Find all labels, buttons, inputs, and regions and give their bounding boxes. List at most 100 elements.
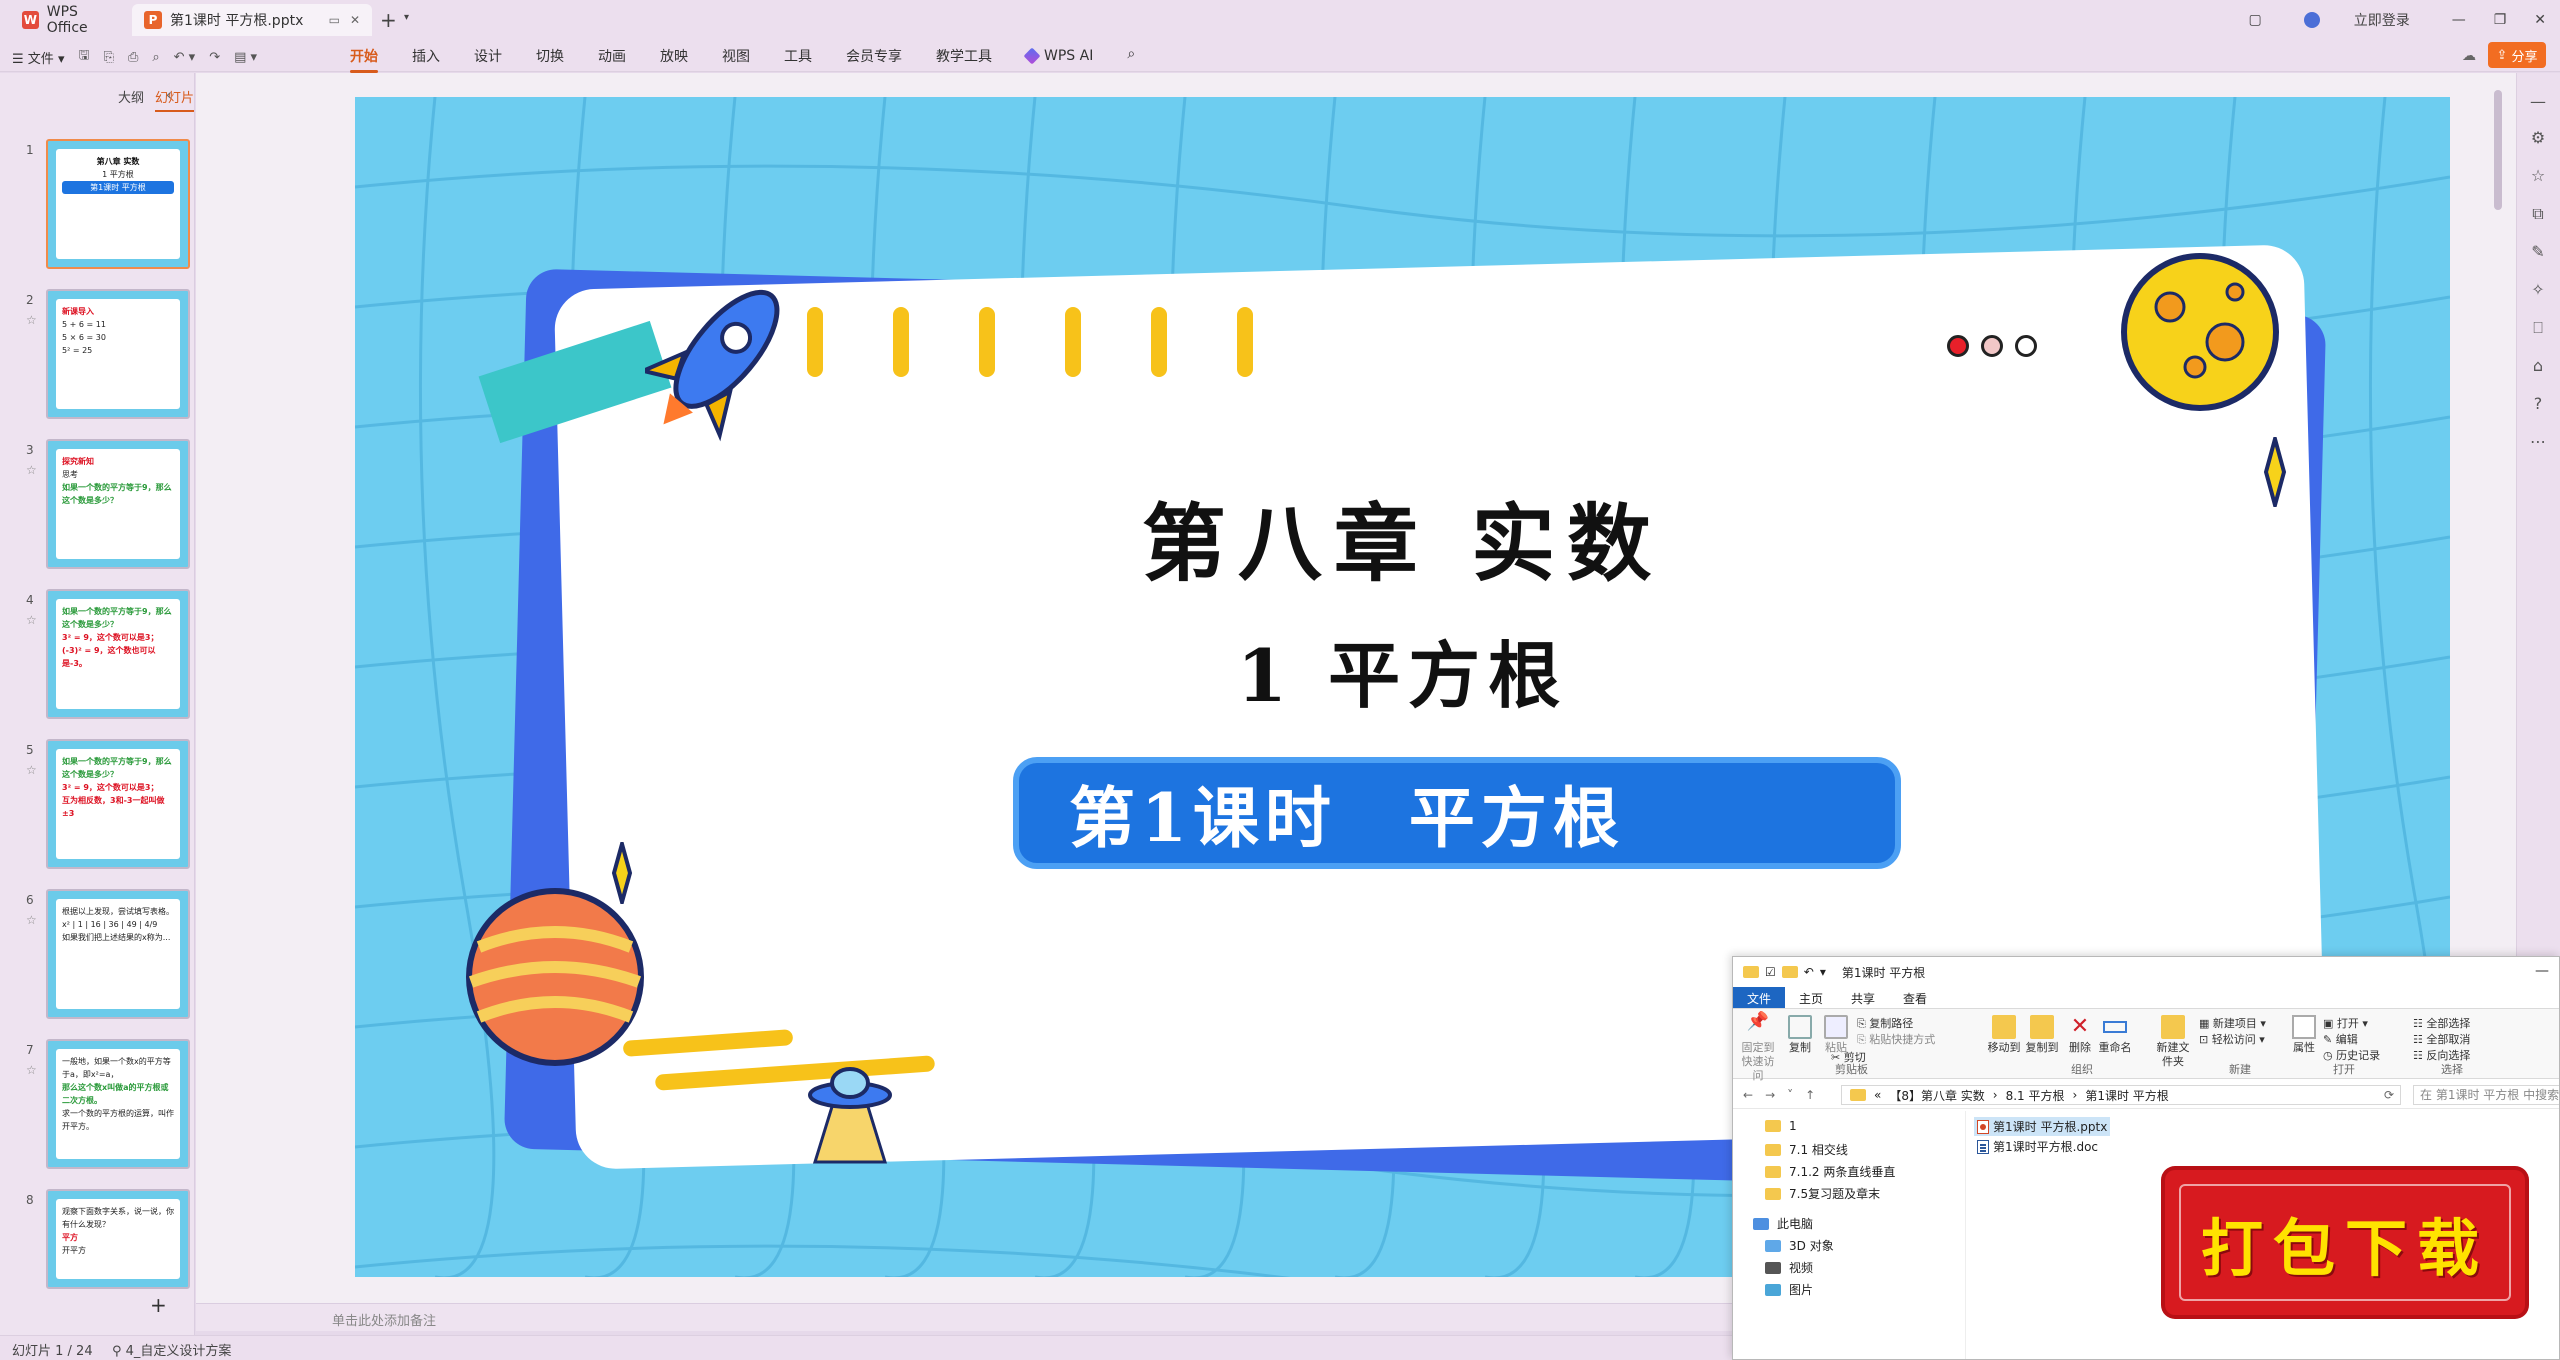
star-icon[interactable]: ☆: [26, 313, 37, 327]
tab-slideshow[interactable]: 放映: [660, 46, 688, 66]
slide-preview[interactable]: 观察下面数字关系，说一说，你有什么发现？ 平方 开平方: [46, 1189, 190, 1289]
undo-icon[interactable]: ↶ ▾: [174, 50, 196, 65]
rename-button[interactable]: 重命名: [2097, 1015, 2133, 1055]
delete-button[interactable]: ✕ 删除: [2065, 1015, 2095, 1055]
back-icon[interactable]: ←: [1743, 1088, 1753, 1102]
tab-file[interactable]: 文件: [1733, 987, 1786, 1008]
tab-document[interactable]: P 第1课时 平方根.pptx ▭ ✕: [132, 4, 372, 36]
copy-path-button[interactable]: ⎘ 复制路径: [1857, 1015, 1913, 1031]
wps-ai-button[interactable]: WPS AI: [1023, 46, 1093, 66]
tab-home[interactable]: 主页: [1785, 987, 1837, 1008]
window-mode-icon[interactable]: ▭: [329, 13, 340, 27]
file-item[interactable]: 第1课时 平方根.pptx: [1974, 1117, 2111, 1136]
slide-preview[interactable]: 一般地，如果一个数x的平方等于a，即x²=a， 那么这个数x叫做a的平方根或二次…: [46, 1039, 190, 1169]
tag-icon[interactable]: ⌂: [2529, 357, 2547, 375]
tree-item[interactable]: 图片: [1765, 1281, 1813, 1298]
vertical-scrollbar[interactable]: [2494, 90, 2502, 210]
tab-animation[interactable]: 动画: [598, 46, 626, 66]
copy-to-button[interactable]: 复制到: [2025, 1015, 2059, 1055]
select-all-button[interactable]: ☷ 全部选择: [2413, 1015, 2470, 1031]
tab-share[interactable]: 共享: [1837, 987, 1889, 1008]
format-painter-icon[interactable]: ▤ ▾: [234, 50, 257, 65]
collapse-panel-icon[interactable]: ‹: [166, 85, 172, 104]
tree-item-this-pc[interactable]: 此电脑: [1753, 1215, 1813, 1232]
star-icon[interactable]: ☆: [26, 463, 37, 477]
tab-outline[interactable]: 大纲: [118, 87, 144, 106]
chevron-down-icon[interactable]: ▾: [404, 12, 409, 23]
breadcrumb-item[interactable]: 第1课时 平方根: [2085, 1087, 2168, 1104]
close-tab-icon[interactable]: ✕: [350, 13, 360, 27]
minimize-icon[interactable]: —: [2535, 963, 2549, 979]
tab-view[interactable]: 查看: [1889, 987, 1941, 1008]
tab-wps-office[interactable]: W WPS Office: [10, 4, 130, 36]
tree-item[interactable]: 7.1 相交线: [1765, 1141, 1848, 1158]
minimize-icon[interactable]: —: [2452, 12, 2466, 28]
tree-item[interactable]: 3D 对象: [1765, 1237, 1834, 1254]
tablet-mode-icon[interactable]: ▢: [2248, 12, 2261, 28]
login-button[interactable]: 立即登录: [2290, 10, 2424, 30]
bookmark-icon[interactable]: ⎕: [2529, 319, 2547, 337]
minus-icon[interactable]: —: [2529, 93, 2547, 111]
slide-thumbnail[interactable]: 5 ☆ 如果一个数的平方等于9，那么这个数是多少？ 3² = 9，这个数可以是3…: [0, 733, 195, 869]
new-folder-button[interactable]: 新建文件夹: [2153, 1015, 2193, 1069]
slide-section-title[interactable]: 1 平方根: [355, 617, 2450, 722]
tab-member[interactable]: 会员专享: [846, 46, 902, 66]
tab-insert[interactable]: 插入: [412, 46, 440, 66]
star-icon[interactable]: ☆: [26, 763, 37, 777]
copy-icon[interactable]: ⧉: [2529, 205, 2547, 223]
slide-preview[interactable]: 第八章 实数 1 平方根 第1课时 平方根: [46, 139, 190, 269]
new-tab-icon[interactable]: +: [380, 8, 397, 32]
properties-button[interactable]: 属性: [2289, 1015, 2319, 1055]
theme-name[interactable]: ⚲ 4_自定义设计方案: [112, 1340, 231, 1359]
slide-thumbnail[interactable]: 2 ☆ 新课导入 5 + 6 = 11 5 × 6 = 30 5² = 25: [0, 283, 195, 419]
slide-preview[interactable]: 新课导入 5 + 6 = 11 5 × 6 = 30 5² = 25: [46, 289, 190, 419]
star-icon[interactable]: ☆: [2529, 167, 2547, 185]
star-icon[interactable]: ☆: [26, 913, 37, 927]
tree-item[interactable]: 7.1.2 两条直线垂直: [1765, 1163, 1895, 1180]
checkbox-icon[interactable]: ☑: [1765, 965, 1776, 979]
forward-icon[interactable]: →: [1765, 1088, 1775, 1102]
breadcrumb-overflow[interactable]: «: [1874, 1088, 1881, 1102]
redo-icon[interactable]: ↷: [209, 50, 220, 65]
tab-design[interactable]: 设计: [474, 46, 502, 66]
address-bar[interactable]: « 【8】第八章 实数 › 8.1 平方根 › 第1课时 平方根 ⟳: [1841, 1085, 2401, 1105]
save-icon[interactable]: 🖫: [78, 46, 89, 68]
pin-quick-access-button[interactable]: 📌 固定到快速访问: [1739, 1013, 1777, 1083]
slide-thumbnail[interactable]: 4 ☆ 如果一个数的平方等于9，那么这个数是多少？ 3² = 9，这个数可以是3…: [0, 583, 195, 719]
search-field[interactable]: 在 第1课时 平方根 中搜索: [2413, 1085, 2559, 1105]
paste-shortcut-button[interactable]: ⎘ 粘贴快捷方式: [1857, 1031, 1935, 1047]
open-button[interactable]: ▣ 打开 ▾: [2323, 1015, 2368, 1031]
close-window-icon[interactable]: ✕: [2534, 12, 2546, 28]
tree-item[interactable]: 1: [1765, 1119, 1797, 1133]
star-icon[interactable]: ☆: [26, 613, 37, 627]
slide-preview[interactable]: 如果一个数的平方等于9，那么这个数是多少？ 3² = 9，这个数可以是3； (-…: [46, 589, 190, 719]
tab-view[interactable]: 视图: [722, 46, 750, 66]
edit-button[interactable]: ✎ 编辑: [2323, 1031, 2358, 1047]
download-package-stamp[interactable]: 打包下载: [2165, 1170, 2525, 1315]
slide-thumbnail[interactable]: 7 ☆ 一般地，如果一个数x的平方等于a，即x²=a， 那么这个数x叫做a的平方…: [0, 1033, 195, 1169]
brush-icon[interactable]: ✎: [2529, 243, 2547, 261]
tab-transition[interactable]: 切换: [536, 46, 564, 66]
slide-chapter-title[interactable]: 第八章 实数: [355, 477, 2450, 598]
new-item-button[interactable]: ▦ 新建项目 ▾: [2199, 1015, 2266, 1031]
share-button[interactable]: ⇪ 分享: [2488, 42, 2546, 68]
quick-access-dropdown-icon[interactable]: ▾: [1820, 965, 1826, 979]
slide-preview[interactable]: 如果一个数的平方等于9，那么这个数是多少？ 3² = 9，这个数可以是3； 互为…: [46, 739, 190, 869]
undo-icon[interactable]: ↶: [1804, 965, 1814, 979]
chevron-down-icon[interactable]: ˅: [1787, 1088, 1793, 1102]
select-none-button[interactable]: ☷ 全部取消: [2413, 1031, 2470, 1047]
tab-slides[interactable]: 幻灯片: [155, 87, 195, 112]
slide-thumbnail[interactable]: 1 第八章 实数 1 平方根 第1课时 平方根: [0, 133, 195, 269]
help-icon[interactable]: ?: [2529, 395, 2547, 413]
tree-item[interactable]: 视频: [1765, 1259, 1813, 1276]
add-slide-icon[interactable]: +: [150, 1293, 167, 1317]
easy-access-button[interactable]: ⊡ 轻松访问 ▾: [2199, 1031, 2265, 1047]
tab-tools[interactable]: 工具: [784, 46, 812, 66]
export-icon[interactable]: ⎘: [104, 50, 114, 65]
settings-sliders-icon[interactable]: ⚙: [2529, 129, 2547, 147]
refresh-icon[interactable]: ⟳: [2384, 1088, 2394, 1102]
file-item[interactable]: 第1课时平方根.doc: [1974, 1137, 2101, 1156]
print-icon[interactable]: ⎙: [128, 50, 138, 65]
breadcrumb-item[interactable]: 【8】第八章 实数: [1889, 1087, 1984, 1104]
tab-home[interactable]: 开始: [350, 46, 378, 73]
